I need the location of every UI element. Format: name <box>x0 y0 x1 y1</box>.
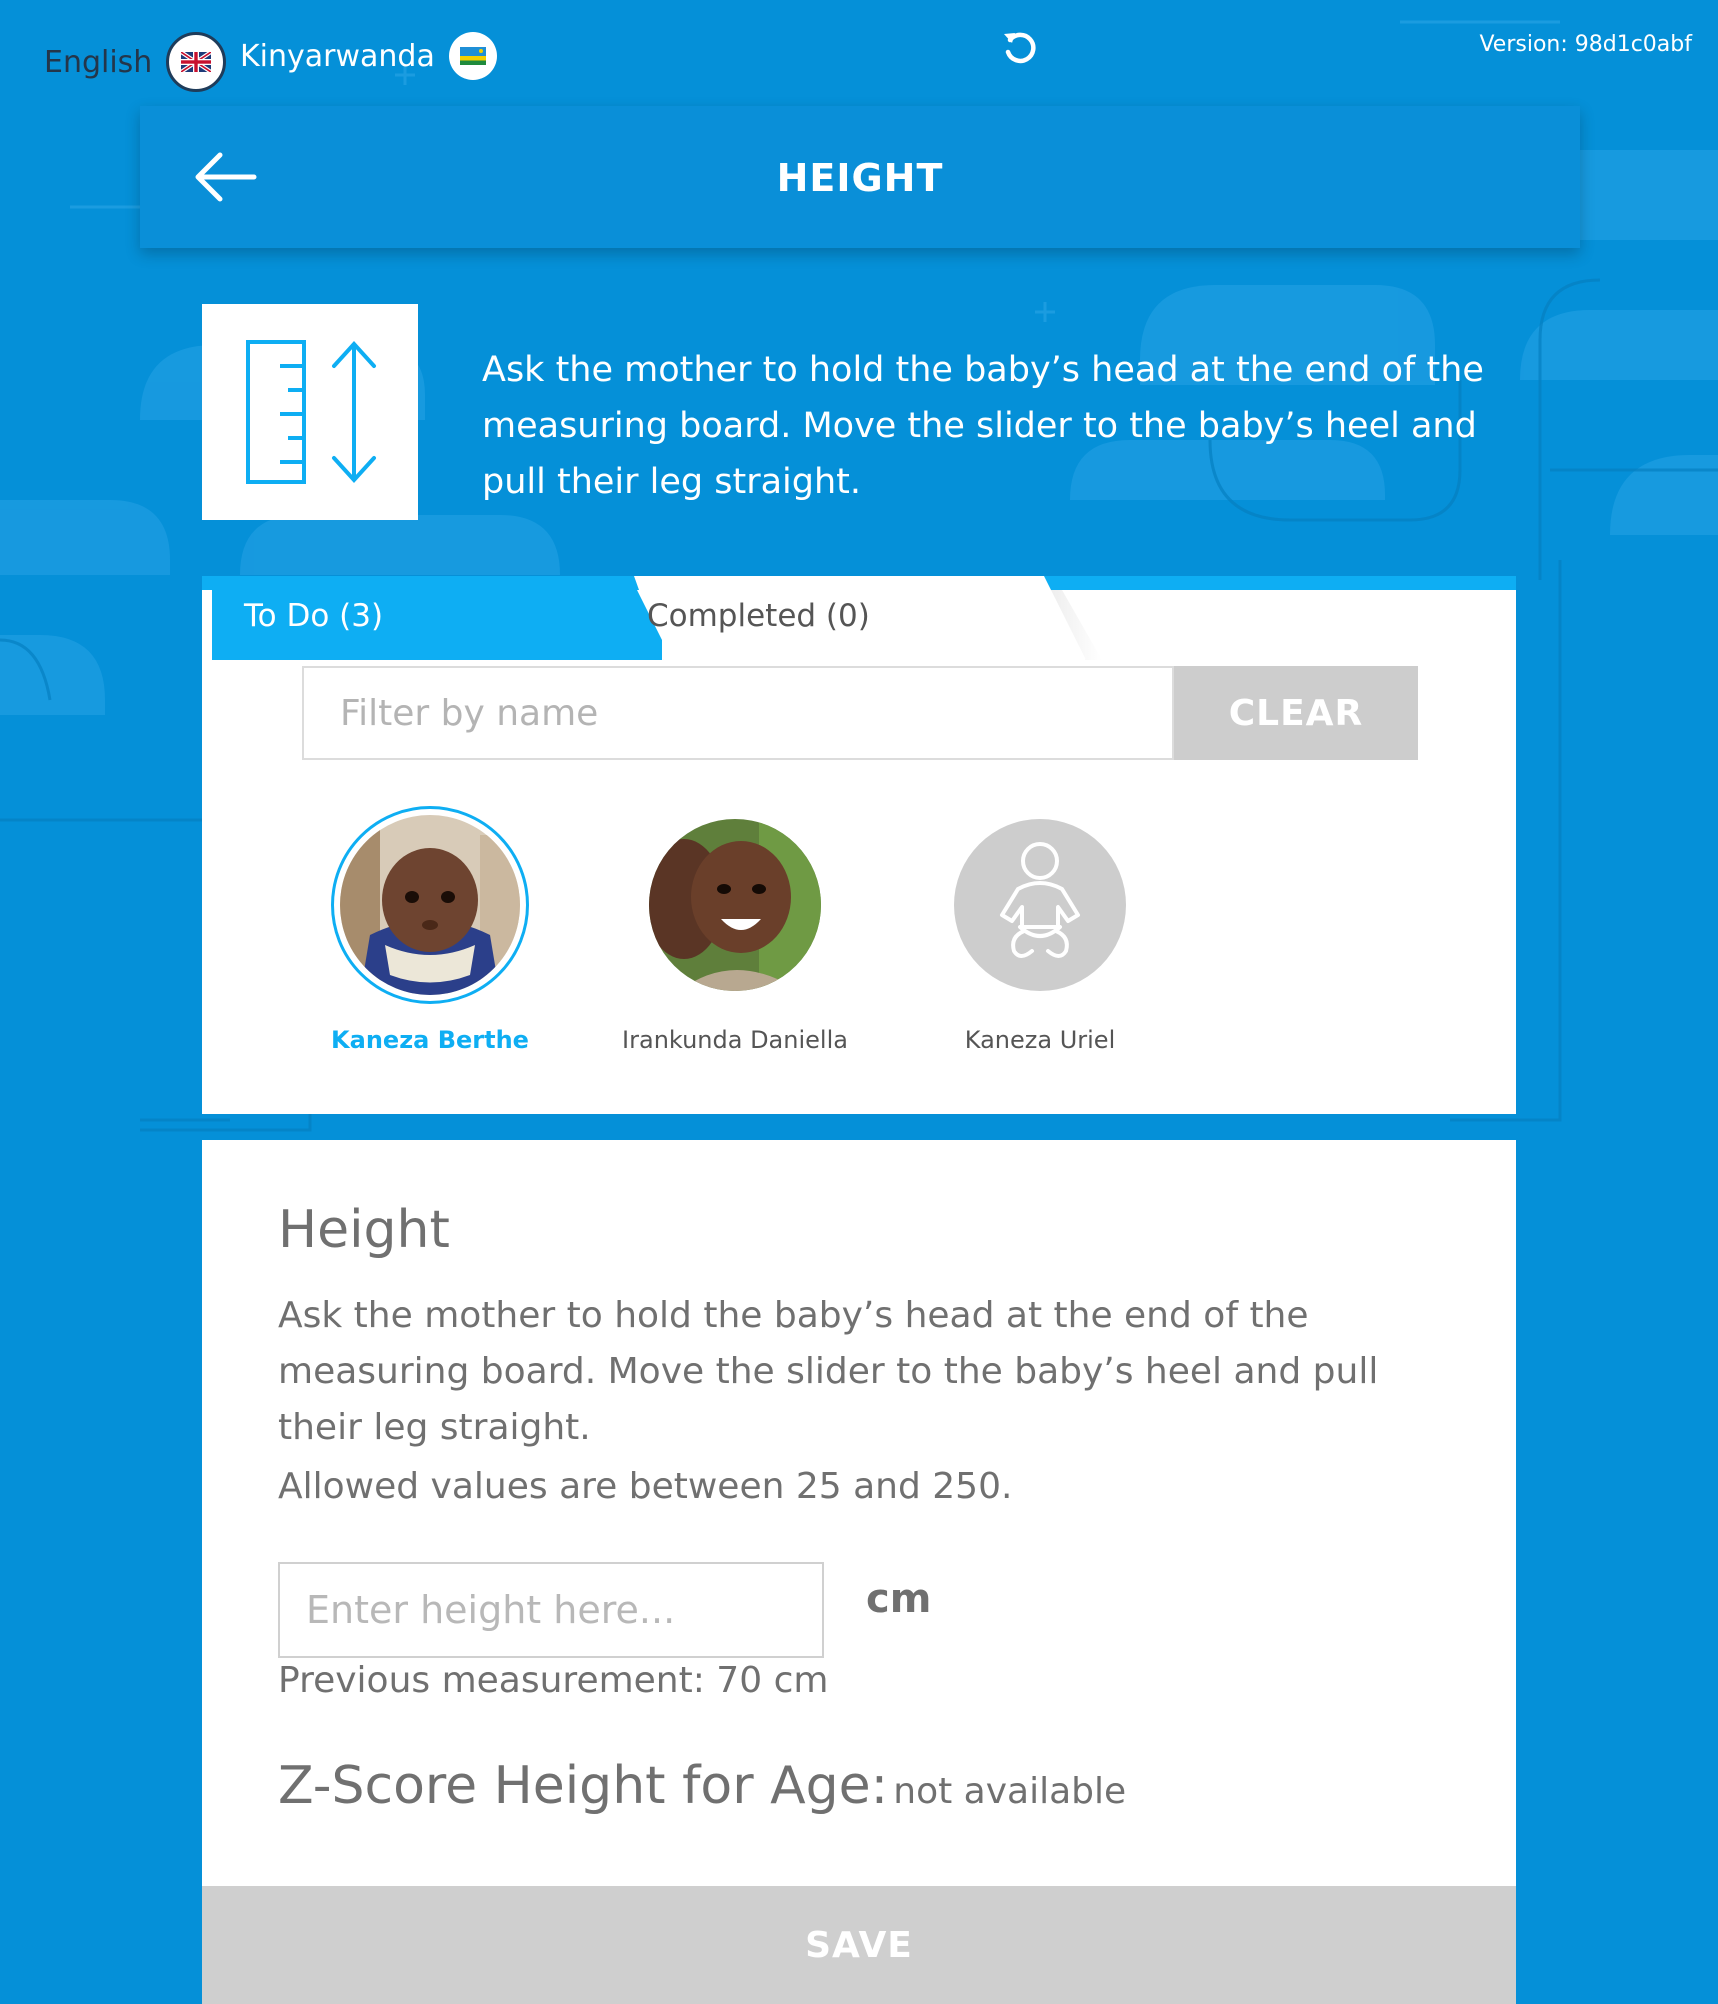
clear-button[interactable]: CLEAR <box>1174 666 1418 760</box>
allowed-values-text: Allowed values are between 25 and 250. <box>278 1466 1013 1507</box>
avatar <box>340 815 520 995</box>
save-button[interactable]: SAVE <box>202 1886 1516 2004</box>
tab-todo-label: To Do (3) <box>244 598 384 634</box>
patient-name: Kaneza Uriel <box>964 1026 1116 1054</box>
patient-name: Kaneza Berthe <box>331 1026 529 1054</box>
previous-measurement: Previous measurement: 70 cm <box>278 1660 829 1701</box>
refresh-icon[interactable] <box>1000 28 1042 70</box>
language-kinyarwanda[interactable]: Kinyarwanda <box>240 32 497 80</box>
avatar-selected-ring <box>331 806 529 1004</box>
rwanda-flag-icon <box>448 32 497 80</box>
patient-kaneza-berthe[interactable]: Kaneza Berthe <box>300 806 560 1054</box>
filter-input[interactable] <box>304 668 1172 758</box>
patient-name: Irankunda Daniella <box>622 1026 848 1054</box>
instruction-text: Ask the mother to hold the baby’s head a… <box>482 350 1484 502</box>
page-title: HEIGHT <box>776 156 944 200</box>
zscore-value: not available <box>893 1771 1127 1812</box>
patient-irankunda-daniella[interactable]: Irankunda Daniella <box>605 808 865 1054</box>
language-kinyarwanda-label: Kinyarwanda <box>240 38 435 74</box>
form-instruction: Ask the mother to hold the baby’s head a… <box>278 1295 1379 1448</box>
page-header: HEIGHT <box>140 106 1580 248</box>
patient-kaneza-uriel[interactable]: Kaneza Uriel <box>910 808 1170 1054</box>
baby-placeholder-icon <box>954 819 1126 991</box>
zscore-label: Z-Score Height for Age: <box>278 1756 889 1816</box>
measurement-form: Height Ask the mother to hold the baby’s… <box>202 1140 1516 2004</box>
form-title: Height <box>278 1200 450 1260</box>
filter-field[interactable] <box>302 666 1174 760</box>
language-english[interactable]: English <box>44 32 227 92</box>
height-field[interactable] <box>278 1562 824 1658</box>
zscore-row: Z-Score Height for Age: not available <box>278 1756 1126 1816</box>
version-label: Version: 98d1c0abf <box>1479 32 1692 57</box>
unit-label: cm <box>866 1576 932 1622</box>
height-input[interactable] <box>280 1564 822 1656</box>
tab-completed-label[interactable]: Completed (0) <box>647 598 870 634</box>
language-english-label: English <box>44 44 153 80</box>
uk-flag-icon <box>166 32 227 92</box>
avatar <box>649 819 821 991</box>
patient-panel: To Do (3) Completed (0) CLEAR Ka <box>202 576 1516 1114</box>
measuring-board-icon <box>202 304 418 520</box>
